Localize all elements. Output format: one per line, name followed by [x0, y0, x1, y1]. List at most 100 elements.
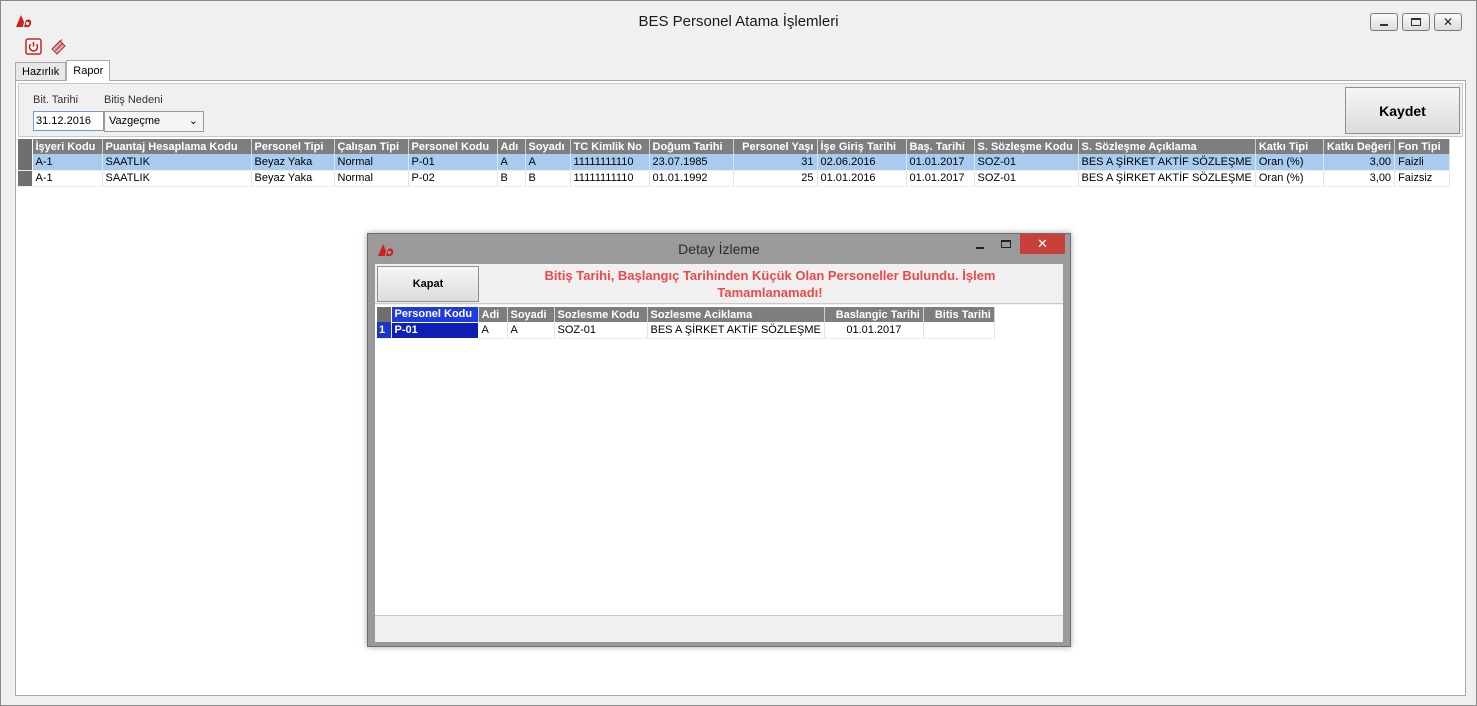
table-cell[interactable]: Beyaz Yaka: [251, 170, 335, 187]
table-cell[interactable]: 01.01.2017: [906, 154, 975, 171]
col-header[interactable]: Personel Kodu: [391, 307, 479, 322]
table-cell[interactable]: Oran (%): [1255, 170, 1324, 187]
col-header[interactable]: Katkı Değeri: [1323, 139, 1396, 154]
table-cell[interactable]: SOZ-01: [554, 322, 648, 339]
table-cell[interactable]: 3,00: [1323, 170, 1396, 187]
table-cell[interactable]: A-1: [32, 154, 103, 171]
table-cell[interactable]: A: [525, 154, 571, 171]
table-cell[interactable]: 3,00: [1323, 154, 1396, 171]
dialog-maximize-button[interactable]: [1001, 240, 1011, 248]
tab-rapor[interactable]: Rapor: [66, 60, 111, 81]
table-row[interactable]: 1 P-01 A A SOZ-01 BES A ŞİRKET AKTİF SÖZ…: [377, 321, 995, 339]
table-cell[interactable]: BES A ŞİRKET AKTİF SÖZLEŞME: [1078, 154, 1256, 171]
error-message: Bitiş Tarihi, Başlangıç Tarihinden Küçük…: [544, 268, 996, 300]
col-header[interactable]: TC Kimlik No: [570, 139, 650, 154]
row-indicator[interactable]: [18, 170, 33, 187]
col-header[interactable]: Fon Tipi: [1394, 139, 1451, 154]
table-cell[interactable]: 01.01.2016: [817, 170, 907, 187]
dialog-header: Kapat Bitiş Tarihi, Başlangıç Tarihinden…: [375, 264, 1063, 304]
col-header[interactable]: Personel Yaşı: [733, 139, 818, 154]
col-header[interactable]: Puantaj Hesaplama Kodu: [102, 139, 252, 154]
table-cell[interactable]: Beyaz Yaka: [251, 154, 335, 171]
kapat-button[interactable]: Kapat: [377, 266, 479, 302]
table-row[interactable]: A-1 SAATLIK Beyaz Yaka Normal P-02 B B 1…: [18, 170, 1451, 187]
table-cell[interactable]: BES A ŞİRKET AKTİF SÖZLEŞME: [647, 322, 825, 339]
col-header[interactable]: S. Sözleşme Kodu: [974, 139, 1079, 154]
col-header[interactable]: Doğum Tarihi: [649, 139, 734, 154]
table-row[interactable]: A-1 SAATLIK Beyaz Yaka Normal P-01 A A 1…: [18, 154, 1451, 171]
table-cell[interactable]: P-01: [408, 154, 498, 171]
table-cell[interactable]: SAATLIK: [102, 170, 252, 187]
col-header[interactable]: Baslangic Tarihi: [824, 307, 924, 322]
col-header[interactable]: Soyadı: [525, 139, 571, 154]
col-header[interactable]: S. Sözleşme Açıklama: [1078, 139, 1256, 154]
table-cell[interactable]: SOZ-01: [974, 170, 1079, 187]
end-date-input[interactable]: 31.12.2016: [33, 111, 104, 131]
table-cell[interactable]: P-02: [408, 170, 498, 187]
table-cell[interactable]: A: [507, 322, 555, 339]
tab-hazirlik[interactable]: Hazırlık: [15, 62, 67, 81]
table-cell[interactable]: BES A ŞİRKET AKTİF SÖZLEŞME: [1078, 170, 1256, 187]
table-cell[interactable]: 25: [733, 170, 818, 187]
col-header[interactable]: Katkı Tipi: [1255, 139, 1324, 154]
table-cell[interactable]: SAATLIK: [102, 154, 252, 171]
table-cell[interactable]: 01.01.2017: [824, 322, 924, 339]
close-button[interactable]: ✕: [1434, 13, 1462, 31]
col-header[interactable]: Soyadi: [507, 307, 555, 322]
minimize-icon: [1380, 24, 1388, 26]
dialog-title-bar: Detay İzleme ✕: [368, 234, 1070, 262]
col-header[interactable]: Adı: [497, 139, 526, 154]
row-indicator-header: [18, 139, 33, 154]
filter-area: Bit. Tarihi Bitiş Nedeni 31.12.2016 Vazg…: [18, 83, 1463, 137]
table-cell[interactable]: B: [525, 170, 571, 187]
table-cell[interactable]: Oran (%): [1255, 154, 1324, 171]
col-header[interactable]: Çalışan Tipi: [334, 139, 409, 154]
table-cell[interactable]: 01.01.2017: [906, 170, 975, 187]
table-cell[interactable]: 11111111110: [570, 154, 650, 171]
detail-dialog: Detay İzleme ✕ Kapat Bitiş Tarihi, Başla…: [367, 233, 1071, 647]
col-header[interactable]: Personel Tipi: [251, 139, 335, 154]
eraser-button[interactable]: [50, 38, 67, 55]
window-controls: ✕: [1370, 13, 1462, 31]
minimize-button[interactable]: [1370, 13, 1398, 31]
end-reason-select[interactable]: Vazgeçme ⌄: [104, 111, 204, 132]
table-cell[interactable]: P-01: [390, 321, 479, 339]
table-cell[interactable]: [923, 322, 995, 339]
save-button[interactable]: Kaydet: [1345, 87, 1460, 134]
power-button[interactable]: [25, 38, 42, 55]
col-header[interactable]: Bitis Tarihi: [923, 307, 995, 322]
table-cell[interactable]: 11111111110: [570, 170, 650, 187]
dialog-status-bar: [375, 617, 1063, 642]
table-cell[interactable]: Faizli: [1394, 154, 1451, 171]
table-cell[interactable]: 01.01.1992: [649, 170, 734, 187]
col-header[interactable]: Adi: [478, 307, 508, 322]
table-cell[interactable]: A: [497, 154, 526, 171]
close-icon: ✕: [1037, 236, 1048, 251]
table-cell[interactable]: Normal: [334, 170, 409, 187]
col-header[interactable]: İşe Giriş Tarihi: [817, 139, 907, 154]
end-reason-label: Bitiş Nedeni: [104, 94, 163, 106]
table-cell[interactable]: A-1: [32, 170, 103, 187]
table-cell[interactable]: 31: [733, 154, 818, 171]
col-header[interactable]: Sozlesme Aciklama: [647, 307, 825, 322]
row-indicator[interactable]: [18, 154, 33, 171]
table-cell[interactable]: A: [478, 322, 508, 339]
dialog-close-button[interactable]: ✕: [1020, 234, 1065, 254]
row-indicator-header: [377, 307, 392, 322]
table-cell[interactable]: 23.07.1985: [649, 154, 734, 171]
table-cell[interactable]: SOZ-01: [974, 154, 1079, 171]
col-header[interactable]: Sozlesme Kodu: [554, 307, 648, 322]
detail-grid-header: Personel Kodu Adi Soyadi Sozlesme Kodu S…: [377, 307, 995, 322]
table-cell[interactable]: 02.06.2016: [817, 154, 907, 171]
table-cell[interactable]: Normal: [334, 154, 409, 171]
maximize-button[interactable]: [1402, 13, 1430, 31]
col-header[interactable]: Personel Kodu: [408, 139, 498, 154]
power-icon: [25, 38, 42, 55]
table-cell[interactable]: B: [497, 170, 526, 187]
main-grid-header: İşyeri Kodu Puantaj Hesaplama Kodu Perso…: [18, 139, 1451, 154]
dialog-minimize-button[interactable]: [974, 237, 988, 251]
col-header[interactable]: Baş. Tarihi: [906, 139, 975, 154]
col-header[interactable]: İşyeri Kodu: [32, 139, 103, 154]
table-cell[interactable]: Faizsiz: [1394, 170, 1451, 187]
row-number[interactable]: 1: [377, 322, 392, 339]
